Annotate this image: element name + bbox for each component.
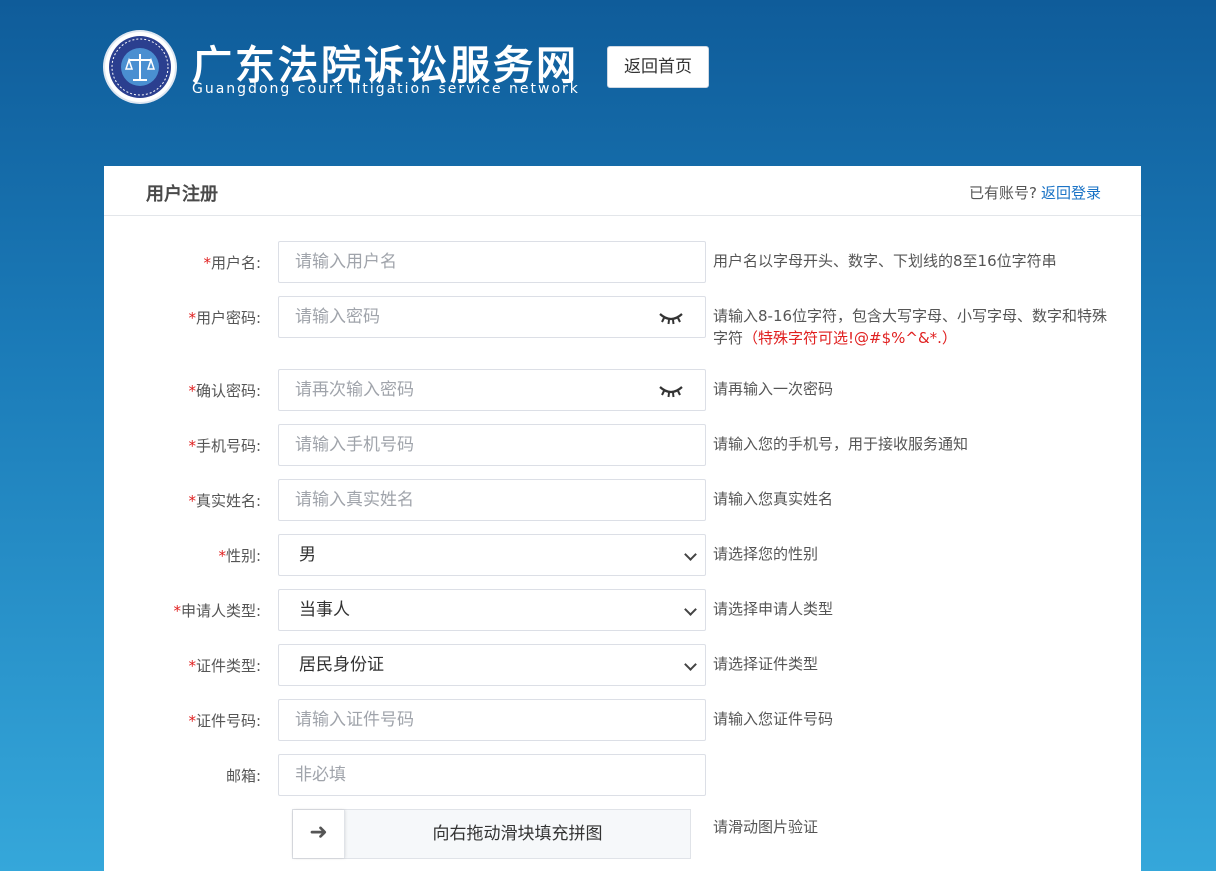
real-name-label: *真实姓名: <box>188 492 261 510</box>
password-placeholder: 请输入密码 <box>295 307 380 327</box>
applicant-type-label: *申请人类型: <box>173 602 261 620</box>
applicant-type-select[interactable]: 当事人 <box>278 589 706 631</box>
applicant-type-hint: 请选择申请人类型 <box>713 600 834 618</box>
gender-hint: 请选择您的性别 <box>713 545 819 563</box>
phone-hint: 请输入您的手机号，用于接收服务通知 <box>713 435 969 453</box>
eye-closed-icon[interactable] <box>657 307 685 327</box>
court-seal-logo <box>105 32 175 102</box>
gender-label: *性别: <box>218 547 261 565</box>
real-name-hint: 请输入您真实姓名 <box>713 490 834 508</box>
register-card: 用户注册 已有账号? 返回登录 *用户名: 请输入用户名 用户名以字母开头、数字、… <box>104 166 1141 871</box>
id-type-value: 居民身份证 <box>299 655 384 675</box>
id-type-hint: 请选择证件类型 <box>713 655 819 673</box>
page-title: 用户注册 <box>146 184 218 205</box>
login-prompt: 已有账号? 返回登录 <box>969 182 1101 203</box>
captcha-hint: 请滑动图片验证 <box>713 818 819 836</box>
real-name-input[interactable]: 请输入真实姓名 <box>278 479 706 521</box>
have-account-text: 已有账号? <box>969 184 1037 202</box>
card-header: 用户注册 已有账号? 返回登录 <box>104 166 1141 216</box>
confirm-password-label: *确认密码: <box>188 382 261 400</box>
confirm-password-placeholder: 请再次输入密码 <box>295 380 414 400</box>
confirm-password-input[interactable]: 请再次输入密码 <box>278 369 706 411</box>
username-input[interactable]: 请输入用户名 <box>278 241 706 283</box>
back-login-link[interactable]: 返回登录 <box>1041 184 1101 202</box>
eye-closed-icon[interactable] <box>657 380 685 400</box>
site-header: 广东法院诉讼服务网 Guangdong court litigation ser… <box>0 0 1216 165</box>
phone-label: *手机号码: <box>188 437 261 455</box>
back-home-button[interactable]: 返回首页 <box>607 46 709 88</box>
gender-value: 男 <box>299 545 316 565</box>
username-label: *用户名: <box>203 254 261 272</box>
applicant-type-value: 当事人 <box>299 600 350 620</box>
chevron-down-icon <box>684 548 697 561</box>
captcha-slider[interactable]: ➜ 向右拖动滑块填充拼图 <box>292 809 691 859</box>
password-label: *用户密码: <box>188 309 261 327</box>
site-subtitle: Guangdong court litigation service netwo… <box>192 81 580 97</box>
id-type-select[interactable]: 居民身份证 <box>278 644 706 686</box>
chevron-down-icon <box>684 658 697 671</box>
slider-instruction: 向右拖动滑块填充拼图 <box>432 824 603 844</box>
email-input[interactable]: 非必填 <box>278 754 706 796</box>
password-hint: 请输入8-16位字符，包含大写字母、小写字母、数字和特殊 字符（特殊字符可选!@… <box>713 307 1108 347</box>
gender-select[interactable]: 男 <box>278 534 706 576</box>
confirm-password-hint: 请再输入一次密码 <box>713 380 834 398</box>
password-input[interactable]: 请输入密码 <box>278 296 706 338</box>
id-number-input[interactable]: 请输入证件号码 <box>278 699 706 741</box>
id-type-label: *证件类型: <box>188 657 261 675</box>
chevron-down-icon <box>684 603 697 616</box>
id-number-label: *证件号码: <box>188 712 261 730</box>
special-chars-note: （特殊字符可选!@#$%^&*.） <box>743 329 957 347</box>
id-number-hint: 请输入您证件号码 <box>713 710 834 728</box>
phone-input[interactable]: 请输入手机号码 <box>278 424 706 466</box>
email-label: 邮箱: <box>225 767 261 785</box>
arrow-right-icon: ➜ <box>309 820 328 845</box>
username-hint: 用户名以字母开头、数字、下划线的8至16位字符串 <box>713 252 1057 270</box>
slider-handle[interactable]: ➜ <box>293 810 345 858</box>
